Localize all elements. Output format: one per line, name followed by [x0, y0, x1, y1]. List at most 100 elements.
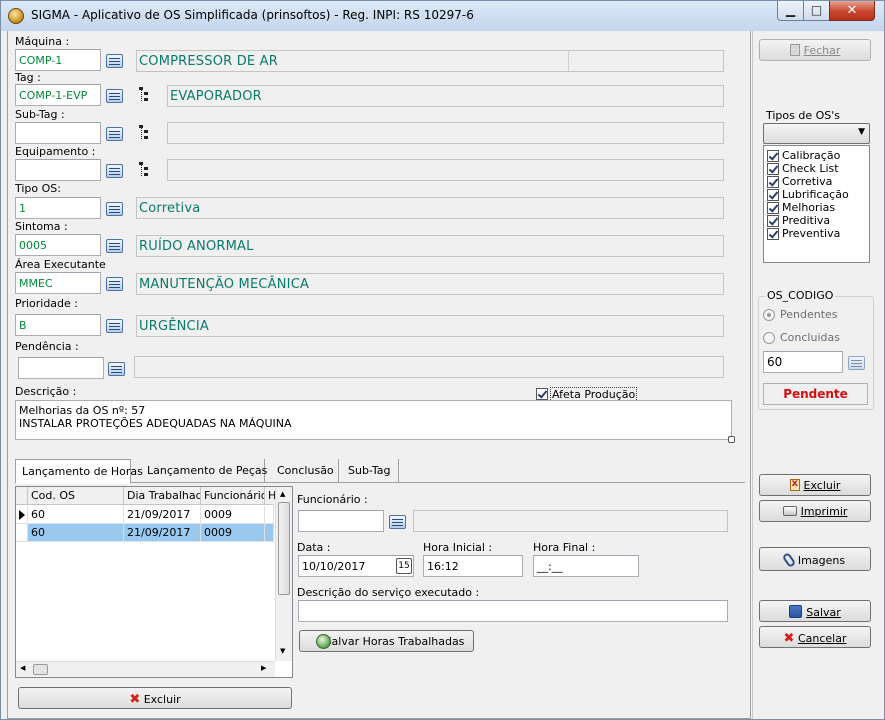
subtag-code-input[interactable] [15, 122, 101, 144]
col-funcionario[interactable]: Funcionário [201, 487, 265, 505]
horas-grid[interactable]: Cod. OS Dia Trabalhado Funcionário H 60 … [15, 486, 293, 678]
tipo-checkbox[interactable] [767, 228, 779, 240]
equipamento-lookup-icon[interactable] [106, 164, 123, 178]
excluir-button[interactable]: x Excluir [759, 474, 871, 496]
divider [568, 51, 569, 71]
resize-handle-icon[interactable] [728, 436, 735, 443]
minimize-icon: ▁ [785, 3, 796, 17]
cell-funcionario: 0009 [201, 524, 265, 542]
grid-vertical-scrollbar[interactable]: ▲ ▼ [275, 487, 292, 661]
tag-tree-icon[interactable] [139, 87, 155, 103]
pendencia-description [134, 356, 724, 378]
sintoma-label: Sintoma : [15, 220, 68, 233]
hora-final-input[interactable]: __:__ [533, 555, 639, 577]
concluidas-radio[interactable] [763, 332, 775, 344]
tipo-checkbox[interactable] [767, 163, 779, 175]
imagens-button[interactable]: Imagens [759, 547, 871, 571]
app-logo-icon [8, 8, 24, 24]
grid-horizontal-scrollbar[interactable]: ◀ ▶ [16, 661, 275, 677]
hscroll-thumb[interactable] [33, 664, 48, 675]
refresh-icon [316, 634, 331, 649]
funcionario-input[interactable] [298, 510, 384, 532]
minimize-button[interactable]: ▁ [777, 1, 804, 21]
hora-final-label: Hora Final : [533, 541, 596, 554]
delete-icon: ✖ [129, 692, 141, 707]
pendentes-radio[interactable] [763, 309, 775, 321]
tipo-label: Calibração [782, 149, 841, 162]
scroll-right-icon[interactable]: ▶ [261, 664, 266, 672]
salvar-horas-label: Salvar Horas Trabalhadas [324, 635, 465, 648]
os-codigo-group: OS_CODIGO Pendentes Concluidas 60 Penden… [758, 289, 874, 410]
tab-lancamento-pecas[interactable]: Lançamento de Peças [141, 459, 267, 483]
hora-inicial-input[interactable]: 16:12 [423, 555, 523, 577]
equipamento-tree-icon[interactable] [139, 162, 155, 178]
prioridade-code-input[interactable]: B [15, 314, 101, 336]
pendencia-code-input[interactable] [18, 357, 104, 379]
subtag-lookup-icon[interactable] [106, 127, 123, 141]
col-cod-os[interactable]: Cod. OS [28, 487, 124, 505]
delete-document-icon: x [789, 478, 800, 491]
tipos-os-select[interactable]: ▼ [763, 123, 870, 144]
printer-icon [782, 506, 797, 516]
calendar-icon[interactable]: 15 [396, 558, 412, 574]
tipo-checkbox[interactable] [767, 150, 779, 162]
cell-h [265, 524, 274, 542]
scroll-left-icon[interactable]: ◀ [20, 664, 25, 672]
subtag-tree-icon[interactable] [139, 125, 155, 141]
tipo-checkbox[interactable] [767, 176, 779, 188]
tipo-checkbox[interactable] [767, 189, 779, 201]
chevron-down-icon: ▼ [858, 127, 865, 137]
os-codigo-label: OS_CODIGO [765, 289, 836, 302]
cell-dia: 21/09/2017 [124, 524, 201, 542]
maximize-icon: □ [810, 3, 823, 17]
table-row[interactable]: 60 21/09/2017 0009 [16, 506, 274, 524]
fechar-button[interactable]: Fechar [759, 39, 871, 61]
scroll-up-icon[interactable]: ▲ [280, 490, 285, 498]
servico-input[interactable] [298, 600, 728, 622]
afeta-producao-checkbox[interactable] [536, 388, 548, 400]
salvar-button[interactable]: Salvar [759, 600, 871, 622]
salvar-horas-button[interactable]: Salvar Horas Trabalhadas [299, 630, 474, 652]
equipamento-description [167, 159, 724, 181]
tipos-os-label: Tipos de OS's [766, 109, 841, 122]
descricao-textarea[interactable]: Melhorias da OS nº: 57 INSTALAR PROTEÇÕE… [15, 400, 732, 440]
tipo-os-lookup-icon[interactable] [106, 202, 123, 216]
funcionario-lookup-icon[interactable] [389, 515, 406, 529]
prioridade-lookup-icon[interactable] [106, 319, 123, 333]
area-code-input[interactable]: MMEC [15, 272, 101, 294]
main-panel: Máquina : COMP-1 COMPRESSOR DE AR Tag : … [7, 31, 751, 719]
imprimir-button[interactable]: Imprimir [759, 500, 871, 522]
tipo-checkbox[interactable] [767, 215, 779, 227]
equipamento-code-input[interactable] [15, 159, 101, 181]
tipo-label: Preventiva [782, 227, 841, 240]
pendencia-lookup-icon[interactable] [108, 362, 125, 376]
scroll-thumb[interactable] [278, 502, 290, 595]
tab-conclusao[interactable]: Conclusão [271, 459, 339, 483]
col-dia-trabalhado[interactable]: Dia Trabalhado [124, 487, 201, 505]
close-button[interactable]: ✕ [829, 1, 875, 21]
save-icon [789, 605, 803, 618]
tab-sub-tag[interactable]: Sub-Tag [342, 459, 399, 483]
tag-code-input[interactable]: COMP-1-EVP [15, 84, 101, 106]
sintoma-lookup-icon[interactable] [106, 239, 123, 253]
excluir-label: Excluir [803, 479, 841, 492]
data-label: Data : [297, 541, 331, 554]
status-badge: Pendente [763, 383, 868, 405]
tag-lookup-icon[interactable] [106, 89, 123, 103]
area-lookup-icon[interactable] [106, 277, 123, 291]
maquina-code-input[interactable]: COMP-1 [15, 49, 101, 71]
sintoma-code-input[interactable]: 0005 [15, 234, 101, 256]
table-row[interactable]: 60 21/09/2017 0009 [16, 524, 274, 542]
tipo-label: Corretiva [782, 175, 833, 188]
maximize-button[interactable]: □ [803, 1, 830, 21]
excluir-hora-button[interactable]: ✖ Excluir [18, 687, 292, 709]
os-codigo-input[interactable]: 60 [763, 351, 843, 373]
os-codigo-lookup-icon[interactable] [848, 356, 865, 370]
scroll-down-icon[interactable]: ▼ [280, 647, 285, 655]
tipo-label: Melhorias [782, 201, 836, 214]
cancelar-button[interactable]: ✖ Cancelar [759, 626, 871, 648]
maquina-lookup-icon[interactable] [106, 54, 123, 68]
tab-lancamento-horas[interactable]: Lançamento de Horas [15, 459, 143, 484]
tipo-os-code-input[interactable]: 1 [15, 197, 101, 219]
tipo-checkbox[interactable] [767, 202, 779, 214]
